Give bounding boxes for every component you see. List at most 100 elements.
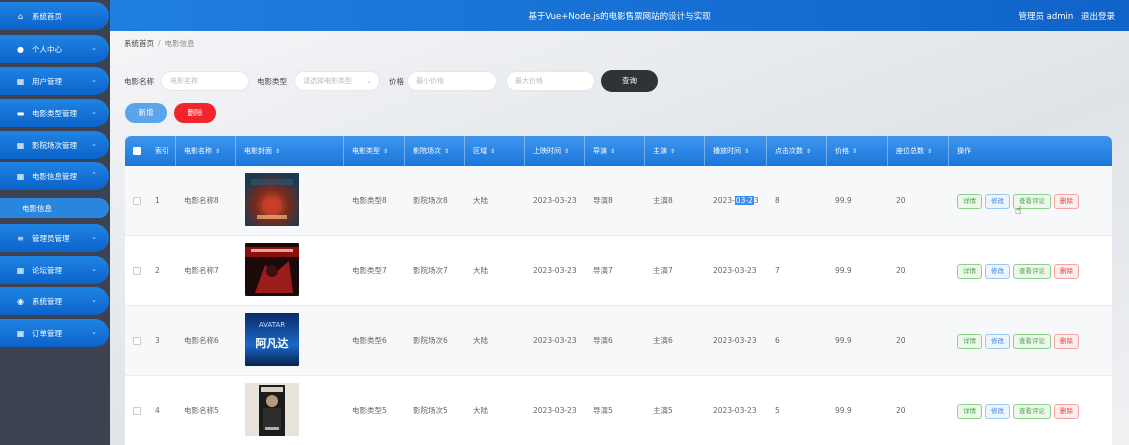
row-checkbox[interactable] — [133, 337, 141, 345]
user-role: 管理员 admin — [1018, 12, 1074, 22]
max-price-input[interactable]: 最大价格 — [506, 71, 595, 91]
detail-button[interactable]: 详情 — [957, 194, 982, 209]
sidebar-item-movie-types[interactable]: ▬ 电影类型管理 ⌄ — [0, 99, 109, 127]
edit-button[interactable]: 修改 — [985, 194, 1010, 209]
col-header[interactable]: 座位总数 ⇕ — [888, 136, 949, 166]
sort-icon: ⇕ — [564, 148, 570, 155]
sidebar-subitem-movie-info[interactable]: 电影信息 — [0, 198, 109, 218]
delete-button[interactable]: 删除 — [1054, 334, 1079, 349]
cell-region: 大陆 — [473, 196, 488, 205]
person-icon: ● — [17, 44, 24, 54]
cell-name: 电影名称6 — [184, 336, 219, 345]
main-content: 系统首页 / 电影信息 电影名称 电影名称 电影类型 请选择电影类型 ⌄ 价格 最小… — [110, 31, 1129, 445]
cell-type: 电影类型5 — [352, 406, 387, 415]
col-header[interactable]: 点击次数 ⇕ — [767, 136, 827, 166]
add-button[interactable]: 新增 — [125, 103, 167, 123]
sidebar-item-system[interactable]: ◉ 系统管理 ⌄ — [0, 287, 109, 315]
movie-type-select[interactable]: 请选择电影类型 ⌄ — [294, 71, 380, 91]
query-button[interactable]: 查询 — [601, 70, 658, 92]
col-header[interactable]: 电影封面 ⇕ — [236, 136, 344, 166]
cell-director: 导演5 — [593, 406, 613, 415]
col-header[interactable]: 区域 ⇕ — [465, 136, 525, 166]
user-area: 管理员 admin 退出登录 — [1013, 10, 1115, 22]
logout-link[interactable]: 退出登录 — [1081, 12, 1115, 22]
movie-poster-image — [245, 383, 299, 436]
chevron-down-icon: ⌄ — [91, 233, 97, 241]
table-row: 2 电影名称7 电影类型7 影院场次7 大陆 2023-03-23 导演7 主演… — [125, 236, 1112, 306]
cell-type: 电影类型8 — [352, 196, 387, 205]
movie-name-input[interactable]: 电影名称 — [161, 71, 249, 91]
cell-region: 大陆 — [473, 406, 488, 415]
col-header[interactable]: 电影名称 ⇕ — [176, 136, 236, 166]
cell-session: 影院场次8 — [413, 196, 448, 205]
view-reviews-button[interactable]: 查看评论 — [1013, 264, 1051, 279]
row-checkbox[interactable] — [133, 197, 141, 205]
select-all-checkbox[interactable] — [133, 147, 141, 155]
row-checkbox[interactable] — [133, 407, 141, 415]
col-header[interactable]: 上映时间 ⇕ — [525, 136, 585, 166]
table-row: 4 电影名称5 电影类型5 影院场次5 大陆 2023-03-23 导演5 主演… — [125, 376, 1112, 445]
sidebar-item-users[interactable]: ▦ 用户管理 ⌄ — [0, 67, 109, 95]
sidebar-item-home[interactable]: ⌂ 系统首页 — [0, 2, 109, 30]
row-checkbox[interactable] — [133, 267, 141, 275]
sort-icon: ⇕ — [852, 148, 858, 155]
sidebar-item-profile[interactable]: ● 个人中心 ⌄ — [0, 35, 109, 63]
chevron-down-icon: ⌄ — [91, 328, 97, 336]
grid-icon: ▦ — [16, 140, 25, 150]
col-header[interactable]: 电影类型 ⇕ — [344, 136, 405, 166]
poster-title-en: AVATAR — [259, 321, 285, 329]
detail-button[interactable]: 详情 — [957, 264, 982, 279]
sidebar-item-forum[interactable]: ▦ 论坛管理 ⌄ — [0, 256, 109, 284]
cell-play-time: 2023-03-23 — [713, 406, 757, 415]
sort-icon: ⇕ — [215, 148, 221, 155]
col-header[interactable]: 主演 ⇕ — [645, 136, 705, 166]
hand-cursor-icon: ☝ — [1015, 204, 1022, 217]
cell-seats: 20 — [896, 406, 906, 415]
cell-actor: 主演8 — [653, 196, 673, 205]
col-header[interactable]: 影院场次 ⇕ — [405, 136, 465, 166]
delete-button[interactable]: 删除 — [1054, 404, 1079, 419]
cell-clicks: 8 — [775, 196, 780, 205]
col-header[interactable]: 价格 ⇕ — [827, 136, 888, 166]
sidebar-item-label: 系统首页 — [32, 11, 62, 21]
cell-session: 影院场次5 — [413, 406, 448, 415]
table-row: 1 电影名称8 电影类型8 影院场次8 大陆 2023-03-23 导演8 主演… — [125, 166, 1112, 236]
sort-icon: ⇕ — [806, 148, 812, 155]
breadcrumb-home[interactable]: 系统首页 — [124, 39, 154, 48]
sidebar-item-label: 论坛管理 — [32, 265, 62, 275]
cell-release: 2023-03-23 — [533, 266, 577, 275]
view-reviews-button[interactable]: 查看评论 — [1013, 404, 1051, 419]
sidebar: ⌂ 系统首页 ● 个人中心 ⌄ ▦ 用户管理 ⌄ ▬ 电影类型管理 ⌄ ▦ 影院… — [0, 0, 110, 445]
cell-release: 2023-03-23 — [533, 406, 577, 415]
sidebar-item-movie-info[interactable]: ▦ 电影信息管理 ⌃ — [0, 162, 109, 190]
edit-button[interactable]: 修改 — [985, 404, 1010, 419]
detail-button[interactable]: 详情 — [957, 334, 982, 349]
view-reviews-button[interactable]: 查看评论 — [1013, 334, 1051, 349]
col-header[interactable]: 导演 ⇕ — [585, 136, 645, 166]
top-bar: 基于Vue+Node.js的电影售票网站的设计与实现 管理员 admin 退出登… — [110, 0, 1129, 31]
cell-name: 电影名称8 — [184, 196, 219, 205]
cell-index: 2 — [155, 266, 160, 275]
movie-poster-image: AVATAR 阿凡达 — [245, 313, 299, 366]
cell-region: 大陆 — [473, 266, 488, 275]
delete-button[interactable]: 删除 — [1054, 194, 1079, 209]
cell-price: 99.9 — [835, 196, 852, 205]
chevron-down-icon: ⌄ — [91, 140, 97, 148]
sidebar-item-admins[interactable]: ≡ 管理员管理 ⌄ — [0, 224, 109, 252]
edit-button[interactable]: 修改 — [985, 264, 1010, 279]
edit-button[interactable]: 修改 — [985, 334, 1010, 349]
movie-name-label: 电影名称 — [124, 77, 154, 86]
sidebar-item-orders[interactable]: ▦ 订单管理 ⌄ — [0, 319, 109, 347]
detail-button[interactable]: 详情 — [957, 404, 982, 419]
cell-clicks: 7 — [775, 266, 780, 275]
delete-button[interactable]: 删除 — [1054, 264, 1079, 279]
table-header: 索引 电影名称 ⇕ 电影封面 ⇕ 电影类型 ⇕ 影院场次 ⇕ 区域 ⇕ 上映时间 ⇕ 导演 ⇕… — [125, 136, 1112, 166]
breadcrumb-separator: / — [158, 39, 161, 48]
min-price-input[interactable]: 最小价格 — [407, 71, 497, 91]
batch-delete-button[interactable]: 删除 — [174, 103, 216, 123]
col-header[interactable]: 播放时间 ⇕ — [705, 136, 767, 166]
sidebar-item-sessions[interactable]: ▦ 影院场次管理 ⌄ — [0, 131, 109, 159]
sort-icon: ⇕ — [490, 148, 496, 155]
row-actions: 详情 修改 查看评论 删除 — [957, 334, 1079, 349]
sort-icon: ⇕ — [670, 148, 676, 155]
